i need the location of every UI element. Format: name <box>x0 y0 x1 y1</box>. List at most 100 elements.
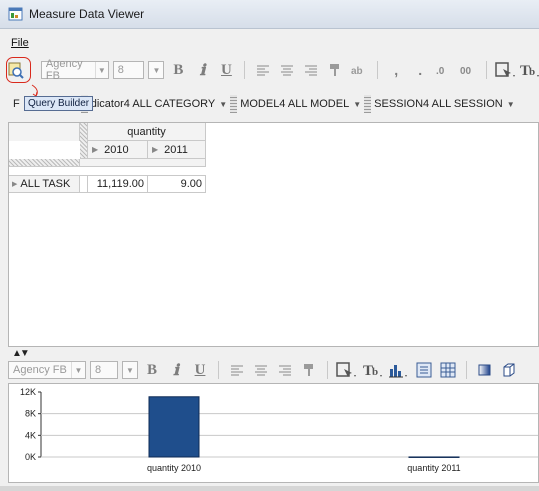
align-center-icon[interactable] <box>277 59 297 81</box>
font-size-combo[interactable]: 8 <box>90 361 118 379</box>
measure-header-label: quantity <box>127 125 166 138</box>
font-size-combo[interactable]: 8 <box>112 61 145 79</box>
italic-button[interactable]: ℹ <box>166 359 186 381</box>
status-bar <box>0 486 539 491</box>
text-style-icon[interactable]: Tb <box>362 359 384 381</box>
chevron-down-icon: ▼ <box>94 62 108 78</box>
y-tick-label: 4K <box>25 430 36 440</box>
increase-decimal-icon[interactable]: .0 <box>434 59 454 81</box>
row-header-grip[interactable] <box>9 159 80 167</box>
window-title: Measure Data Viewer <box>29 7 145 21</box>
toolbar-separator <box>377 61 379 79</box>
svg-text:.0: .0 <box>436 66 445 77</box>
color-fill-icon[interactable] <box>475 359 495 381</box>
measure-data-viewer-window: Measure Data Viewer File Agency FB ▼ 8 ▼… <box>0 0 539 491</box>
y-tick-label: 8K <box>25 409 36 419</box>
underline-button[interactable]: U <box>190 359 210 381</box>
chevron-down-icon: ▼ <box>152 65 161 75</box>
chevron-down-icon: ▼ <box>126 365 134 375</box>
value-2011: 9.00 <box>180 178 202 190</box>
align-left-icon[interactable] <box>227 359 247 381</box>
x-category-label: quantity 2010 <box>147 463 201 473</box>
svg-text:ab: ab <box>351 66 363 77</box>
drag-handle-icon[interactable] <box>364 95 372 113</box>
align-right-icon[interactable] <box>275 359 295 381</box>
decimal-icon[interactable]: . <box>410 59 430 81</box>
format-painter-icon[interactable] <box>325 59 345 81</box>
chart-toolbar: Agency FB ▼ 8 ▼ B ℹ U Tb <box>8 357 539 383</box>
expand-icon[interactable]: ▶ <box>152 145 158 154</box>
query-builder-tooltip: Query Builder <box>24 96 94 111</box>
font-size-value: 8 <box>95 364 102 376</box>
text-style-icon[interactable]: Tb <box>519 59 539 81</box>
menu-file[interactable]: File <box>11 37 29 49</box>
title-bar: Measure Data Viewer <box>0 0 539 29</box>
format-painter-icon[interactable] <box>299 359 319 381</box>
font-name-combo[interactable]: Agency FB ▼ <box>40 58 109 82</box>
measure-header: quantity <box>88 123 206 141</box>
toolbar-separator <box>218 361 219 379</box>
format-toolbar: Agency FB ▼ 8 ▼ B ℹ U ab , . .0 00 T b <box>6 57 539 83</box>
pivot-grid: quantity ▶ 2010 ▶ 2011 ▶ ALL TASK 11,119… <box>8 122 539 347</box>
year-header-2011[interactable]: ▶ 2011 <box>148 141 206 159</box>
year-2011-label: 2011 <box>164 143 188 156</box>
chevron-down-icon: ▼ <box>71 362 85 378</box>
filter-session[interactable]: SESSION4 ALL SESSION ▼ <box>374 98 515 110</box>
align-center-icon[interactable] <box>251 359 271 381</box>
filter-category-label: dicator4 ALL CATEGORY <box>90 98 216 110</box>
toolbar-separator <box>486 61 488 79</box>
chevron-down-icon[interactable]: ▼ <box>219 100 227 109</box>
toolbar-separator <box>244 61 246 79</box>
query-builder-highlight <box>6 57 31 83</box>
row-label: ALL TASK <box>20 178 71 190</box>
underline-button[interactable]: U <box>216 59 236 81</box>
svg-text:00: 00 <box>460 66 472 77</box>
value-cell-2010[interactable]: 11,119.00 <box>88 175 148 193</box>
filter-session-label: SESSION4 ALL SESSION <box>374 98 503 110</box>
gridlines-toggle-icon[interactable] <box>438 359 458 381</box>
3d-toggle-icon[interactable] <box>499 359 519 381</box>
bar-quantity-2010[interactable] <box>148 396 200 458</box>
row-spacer-cell <box>80 175 88 193</box>
bold-button[interactable]: B <box>168 59 188 81</box>
filter-category[interactable]: dicator4 ALL CATEGORY ▼ <box>91 98 227 110</box>
y-tick-label: 12K <box>20 387 36 397</box>
italic-button[interactable]: ℹ <box>192 59 212 81</box>
x-category-label: quantity 2011 <box>407 463 460 473</box>
expand-icon[interactable]: ▶ <box>92 145 98 154</box>
font-name-combo[interactable]: Agency FB ▼ <box>8 361 86 379</box>
bar-quantity-2011[interactable] <box>408 456 460 458</box>
bold-button[interactable]: B <box>142 359 162 381</box>
year-2010-label: 2010 <box>104 143 129 156</box>
grid-grip[interactable] <box>80 123 88 159</box>
font-name-value: Agency FB <box>13 364 67 376</box>
cell-style-icon[interactable] <box>495 59 516 81</box>
chart-type-icon[interactable] <box>388 359 410 381</box>
year-header-2010[interactable]: ▶ 2010 <box>88 141 148 159</box>
filter-model-label: MODEL4 ALL MODEL <box>240 98 350 110</box>
wrap-text-icon[interactable]: ab <box>349 59 369 81</box>
filter-model[interactable]: MODEL4 ALL MODEL ▼ <box>240 98 361 110</box>
chart-panel: 12K 8K 4K 0K quantity 2010 quantity 2011 <box>8 383 539 483</box>
chevron-down-icon[interactable]: ▼ <box>507 100 515 109</box>
legend-toggle-icon[interactable] <box>414 359 434 381</box>
row-label-cell[interactable]: ▶ ALL TASK <box>9 175 80 193</box>
menu-bar: File <box>0 34 539 52</box>
svg-text:b: b <box>529 66 535 78</box>
drag-handle-icon[interactable] <box>230 95 238 113</box>
chevron-down-icon[interactable]: ▼ <box>353 100 361 109</box>
font-size-dropdown[interactable]: ▼ <box>122 361 138 379</box>
font-size-dropdown[interactable]: ▼ <box>148 61 165 79</box>
filter-lead-text: F <box>13 98 20 110</box>
decrease-decimal-icon[interactable]: 00 <box>458 59 478 81</box>
value-cell-2011[interactable]: 9.00 <box>148 175 206 193</box>
bar-chart: 12K 8K 4K 0K quantity 2010 quantity 2011 <box>20 387 538 473</box>
thousands-separator-icon[interactable]: , <box>386 59 406 81</box>
align-left-icon[interactable] <box>253 59 273 81</box>
cell-style-icon[interactable] <box>336 359 358 381</box>
value-2010: 11,119.00 <box>96 178 144 190</box>
align-right-icon[interactable] <box>301 59 321 81</box>
toolbar-separator <box>466 361 467 379</box>
expand-icon[interactable]: ▶ <box>12 180 17 188</box>
svg-text:b: b <box>372 366 378 378</box>
